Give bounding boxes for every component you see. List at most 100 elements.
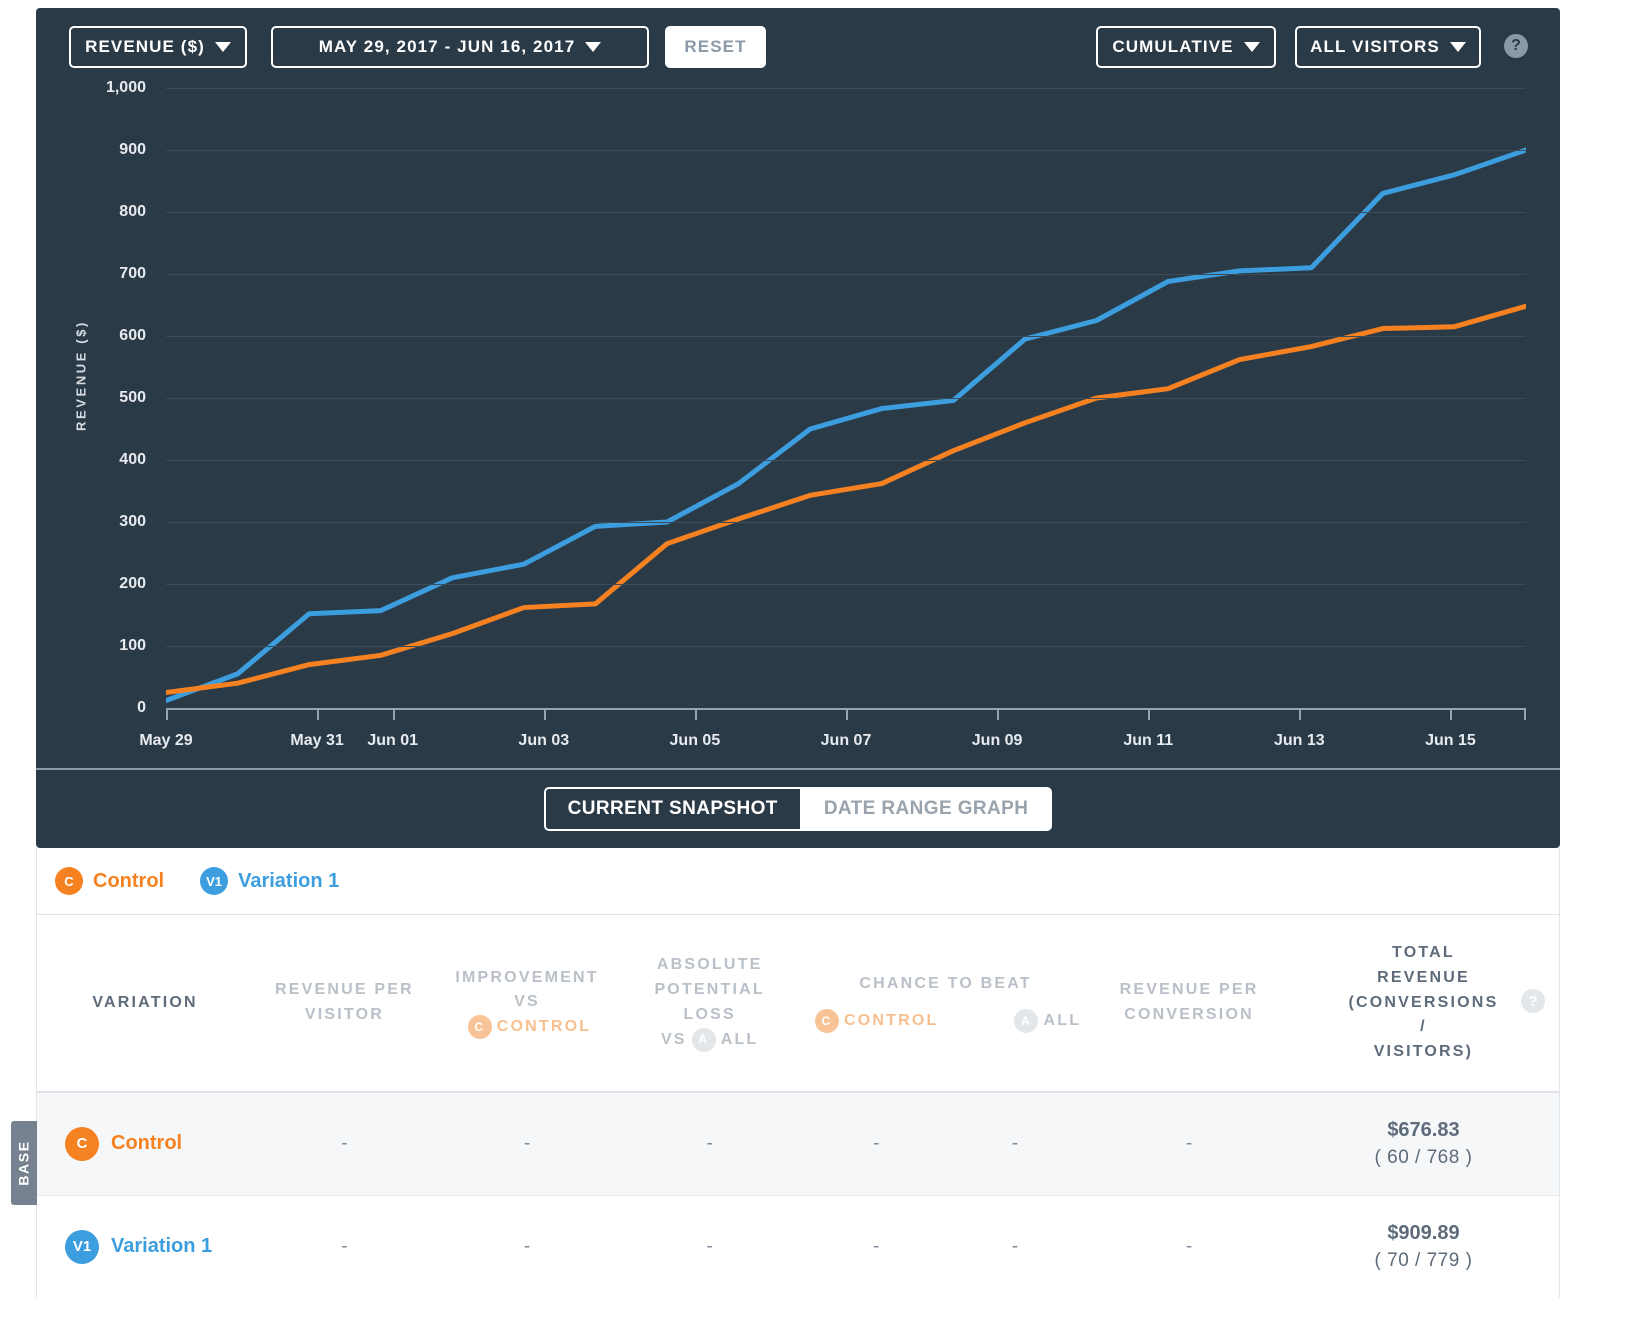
- results-table: VARIATION REVENUE PER VISITOR IMPROVEMEN…: [11, 914, 1560, 1298]
- reset-label: RESET: [684, 37, 747, 56]
- tab-current-snapshot[interactable]: CURRENT SNAPSHOT: [543, 787, 802, 831]
- cell-variation: C Control: [37, 1093, 253, 1195]
- cell-total-revenue: $676.83 ( 60 / 768 ): [1288, 1093, 1559, 1195]
- date-range-dropdown[interactable]: MAY 29, 2017 - JUN 16, 2017: [271, 26, 649, 68]
- revenue-line-chart: REVENUE ($) 0 100 200 300 400 500 600 700 800 900…: [36, 79, 1560, 768]
- cell-rpc-value: -: [1185, 1132, 1193, 1154]
- y-axis-tick-label: 0: [137, 699, 146, 716]
- cell-apl-value: -: [706, 1132, 713, 1154]
- variation-name: Variation 1: [111, 1235, 213, 1258]
- gridline: [166, 522, 1526, 523]
- metric-dropdown-label: REVENUE ($): [85, 37, 205, 56]
- x-axis-tick: [1450, 708, 1453, 720]
- y-axis-tick-label: 200: [119, 575, 146, 592]
- col-header-ctb-line1: CHANCE TO BEAT: [859, 975, 1032, 993]
- gridline: [166, 584, 1526, 585]
- col-header-revenue-per-conversion: REVENUE PER CONVERSION: [1090, 915, 1288, 1091]
- help-icon[interactable]: ?: [1504, 34, 1528, 58]
- tab-date-range-graph[interactable]: DATE RANGE GRAPH: [801, 787, 1053, 831]
- variation-legend: C Control V1 Variation 1: [36, 848, 1560, 914]
- gridline: [166, 274, 1526, 275]
- cell-conversions-visitors: ( 70 / 779 ): [1374, 1249, 1473, 1271]
- x-axis-tick-label: Jun 11: [1123, 732, 1174, 749]
- col-header-absolute-potential-loss: ABSOLUTE POTENTIAL LOSS VS A ALL: [618, 915, 801, 1091]
- col-header-total-line2: REVENUE: [1377, 968, 1470, 986]
- x-axis-tick: [317, 708, 320, 720]
- visitor-segment-dropdown[interactable]: ALL VISITORS: [1295, 26, 1481, 68]
- y-axis-tick-label: 600: [119, 327, 146, 344]
- col-header-improvement: IMPROVEMENT VS C CONTROL: [436, 915, 619, 1091]
- base-tag: BASE: [11, 1120, 37, 1205]
- cumulative-label: CUMULATIVE: [1112, 37, 1234, 56]
- x-axis-tick: [543, 708, 546, 720]
- gridline: [166, 398, 1526, 399]
- col-header-revenue-per-visitor: REVENUE PER VISITOR: [253, 915, 436, 1091]
- chart-plot-area: [166, 88, 1526, 710]
- table-help-icon[interactable]: ?: [1521, 989, 1545, 1013]
- cell-ctb-control-value: -: [873, 1132, 880, 1154]
- cell-chance-to-beat: - -: [801, 1093, 1090, 1195]
- table-header-row: VARIATION REVENUE PER VISITOR IMPROVEMEN…: [37, 915, 1559, 1093]
- x-axis-tick-label: Jun 01: [367, 732, 418, 749]
- chart-panel: REVENUE ($) MAY 29, 2017 - JUN 16, 2017 …: [36, 8, 1560, 848]
- x-axis-tick-label: Jun 03: [518, 732, 570, 749]
- cell-absolute-potential-loss: -: [618, 1093, 801, 1195]
- chevron-down-icon: [1449, 42, 1466, 52]
- control-badge-icon: C: [65, 1126, 99, 1161]
- col-header-rpv-line2: VISITOR: [304, 1005, 384, 1023]
- col-header-ctb-control-label: CONTROL: [843, 1012, 939, 1030]
- x-axis-tick-label: Jun 15: [1425, 732, 1476, 749]
- cell-ctb-all-value: -: [1011, 1235, 1019, 1257]
- legend-item-control[interactable]: C Control: [55, 867, 164, 895]
- cell-improvement-value: -: [523, 1132, 531, 1154]
- x-axis: May 29 May 31 Jun 01 Jun 03 Jun 05 Jun 07 Jun …: [139, 708, 1526, 768]
- cell-variation: V1 Variation 1: [37, 1196, 253, 1298]
- y-axis-tick-label: 1,000: [105, 79, 146, 96]
- all-badge-icon: A: [1014, 1008, 1039, 1033]
- gridline: [166, 460, 1526, 461]
- col-header-improvement-line1: IMPROVEMENT: [455, 968, 599, 986]
- cell-conversions-visitors: ( 60 / 768 ): [1374, 1146, 1473, 1168]
- gridline: [166, 646, 1526, 647]
- help-icon-glyph: ?: [1511, 37, 1521, 54]
- col-header-total-line4: /: [1420, 1018, 1427, 1036]
- metric-dropdown[interactable]: REVENUE ($): [69, 26, 247, 68]
- y-axis-tick-label: 800: [119, 203, 146, 220]
- analytics-results-page: REVENUE ($) MAY 29, 2017 - JUN 16, 2017 …: [0, 0, 1652, 1318]
- legend-item-variation-1[interactable]: V1 Variation 1: [200, 867, 339, 895]
- chevron-down-icon: [1243, 42, 1260, 52]
- cell-revenue-per-visitor-value: -: [341, 1132, 348, 1154]
- cell-revenue-per-visitor: -: [253, 1196, 436, 1298]
- date-range-label: MAY 29, 2017 - JUN 16, 2017: [318, 37, 576, 56]
- legend-label-variation-1: Variation 1: [238, 869, 340, 892]
- cell-total-revenue-value: $676.83: [1387, 1118, 1460, 1141]
- visitor-segment-label: ALL VISITORS: [1310, 37, 1440, 56]
- cell-improvement: -: [436, 1093, 619, 1195]
- y-axis-tick-label: 900: [119, 141, 146, 158]
- col-header-variation-label: VARIATION: [92, 993, 198, 1011]
- cell-absolute-potential-loss: -: [618, 1196, 801, 1298]
- chevron-down-icon: [585, 42, 602, 52]
- table-help-icon-glyph: ?: [1528, 992, 1538, 1010]
- gridline: [166, 212, 1526, 213]
- y-axis-tick-label: 500: [119, 389, 146, 406]
- col-header-rpc-line1: REVENUE PER: [1119, 981, 1259, 999]
- cell-ctb-control-value: -: [873, 1235, 880, 1257]
- col-header-chance-to-beat: CHANCE TO BEAT C CONTROL A ALL: [801, 915, 1090, 1091]
- col-header-rpc-line2: CONVERSION: [1124, 1005, 1254, 1023]
- chart-line-variation-1: [166, 147, 1526, 704]
- x-axis-tick-label: Jun 05: [669, 732, 721, 749]
- cell-rpc-value: -: [1185, 1235, 1193, 1257]
- gridline: [166, 150, 1526, 151]
- y-axis-tick-label: 300: [119, 513, 146, 530]
- x-axis-tick: [694, 708, 697, 720]
- reset-button[interactable]: RESET: [665, 26, 766, 68]
- variation1-badge-icon: V1: [200, 867, 229, 895]
- x-axis-tick-label: Jun 07: [820, 732, 872, 749]
- table-row[interactable]: V1 Variation 1 - - - - - - $909.89 (70 …: [37, 1194, 1559, 1298]
- table-row[interactable]: BASE C Control - - - - - - $676.83 (60 …: [11, 1092, 1559, 1205]
- cumulative-dropdown[interactable]: CUMULATIVE: [1096, 26, 1276, 68]
- tab-date-range-graph-label: DATE RANGE GRAPH: [823, 798, 1029, 819]
- y-axis-tick-label: 700: [119, 265, 146, 282]
- x-axis-tick: [846, 708, 848, 720]
